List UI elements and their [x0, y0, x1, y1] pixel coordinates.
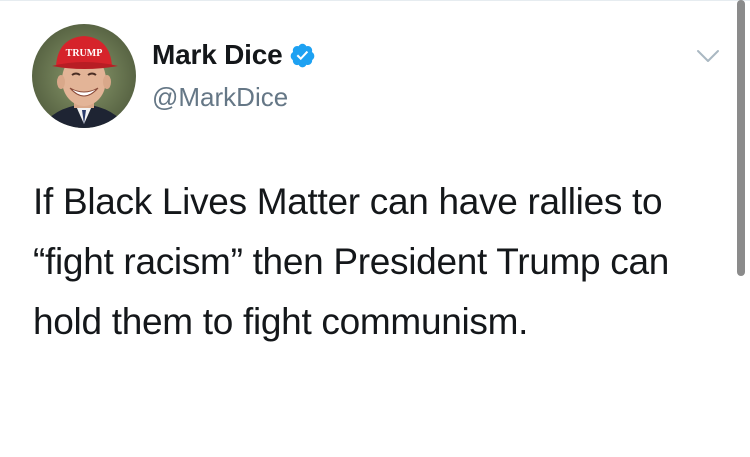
author-display-name[interactable]: Mark Dice — [152, 39, 283, 71]
tweet-card[interactable]: TRUMP Mark Dice @MarkDice If Black Lives… — [0, 0, 750, 457]
author-name-row[interactable]: Mark Dice — [152, 38, 316, 72]
divider — [0, 0, 750, 1]
avatar-image: TRUMP — [32, 24, 136, 128]
hat-text: TRUMP — [66, 48, 103, 59]
verified-badge-icon — [289, 42, 316, 69]
avatar[interactable]: TRUMP — [32, 24, 136, 128]
chevron-down-icon[interactable] — [696, 48, 720, 64]
tweet-text: If Black Lives Matter can have rallies t… — [33, 181, 670, 342]
scrollbar[interactable] — [737, 0, 745, 276]
author-handle[interactable]: @MarkDice — [152, 82, 288, 113]
